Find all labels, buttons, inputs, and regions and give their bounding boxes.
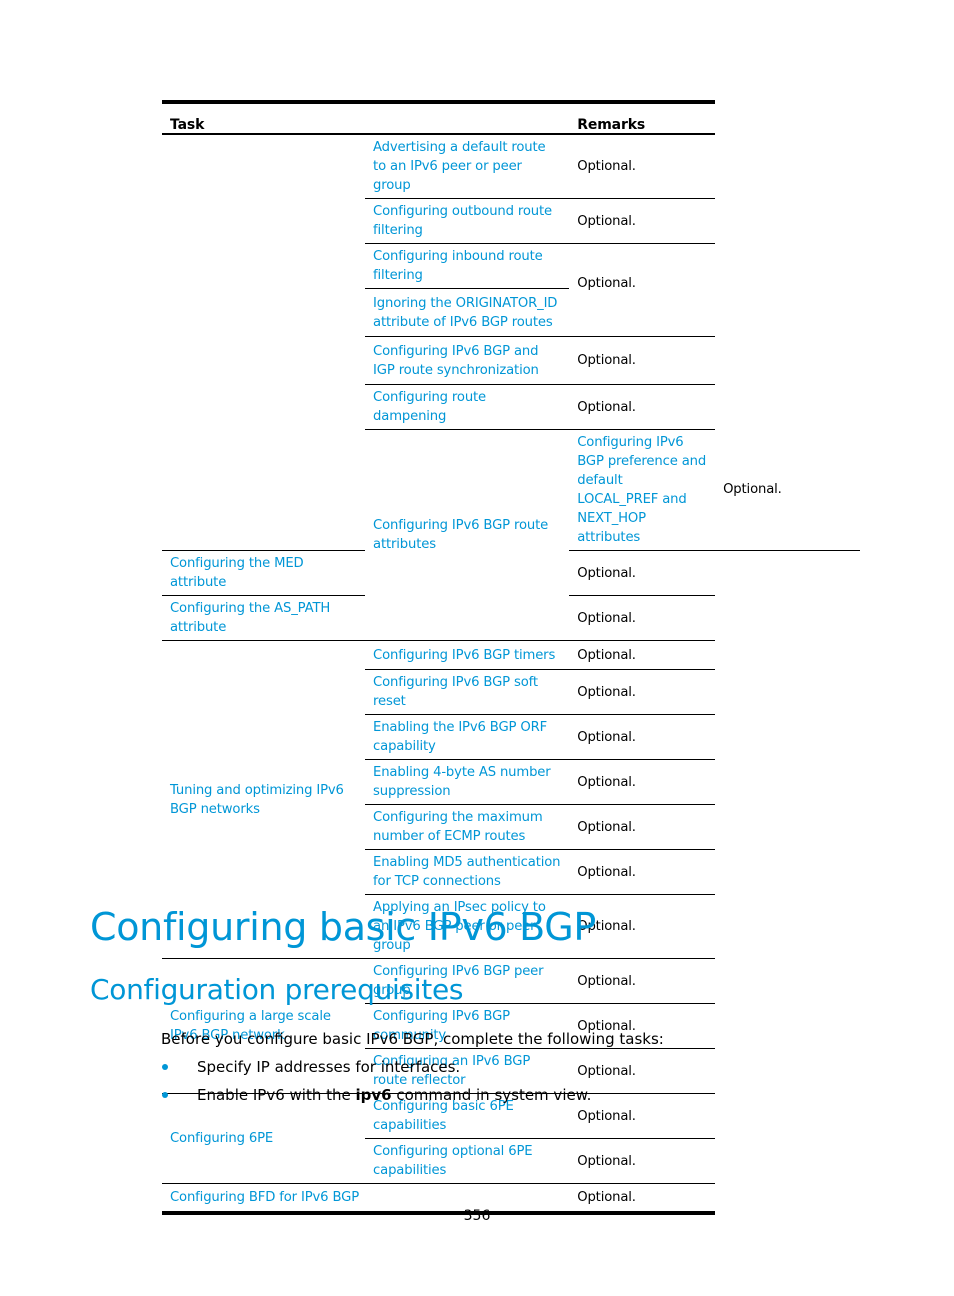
section-heading: Configuring basic IPv6 BGP [90,905,597,949]
list-item: Specify IP addresses for interfaces. [161,1056,591,1084]
remark-cell: Optional. [569,336,716,385]
table-row: Advertising a default route to an IPv6 p… [162,134,860,551]
remark-cell: Optional. [715,429,860,551]
table-row: Tuning and optimizing IPv6 BGP networks … [162,640,860,959]
task-link[interactable]: Configuring outbound route filtering [365,198,570,244]
page-number: 356 [463,1208,491,1224]
task-link[interactable]: Configuring optional 6PE capabilities [365,1138,570,1184]
prerequisites-list: Specify IP addresses for interfaces. Ena… [161,1056,591,1112]
remark-cell: Optional. [569,759,716,805]
task-link[interactable]: Configuring the AS_PATH attribute [162,595,366,641]
bullet-icon [162,1064,168,1070]
task-link[interactable]: Enabling the IPv6 BGP ORF capability [365,714,570,760]
task-link[interactable]: Configuring IPv6 BGP timers [365,640,570,670]
task-link[interactable]: Configuring IPv6 BGP preference and defa… [569,429,716,551]
task-link[interactable]: Configuring IPv6 BGP and IGP route synch… [365,336,570,385]
subsection-heading: Configuration prerequisites [90,973,464,1006]
remark-cell: Optional. [569,198,716,244]
list-item-text-post: command in system view. [391,1086,592,1104]
remark-cell: Optional. [569,595,716,641]
task-link[interactable]: Configuring the maximum number of ECMP r… [365,804,570,850]
remark-cell: Optional. [569,1138,716,1184]
task-link[interactable]: Configuring the MED attribute [162,550,366,596]
task-link[interactable]: Configuring IPv6 BGP soft reset [365,669,570,715]
remark-cell: Optional. [569,243,716,337]
bullet-icon [162,1092,168,1098]
task-link[interactable]: Configuring route dampening [365,384,570,430]
task-link[interactable]: Advertising a default route to an IPv6 p… [365,134,570,199]
list-item: Enable IPv6 with the ipv6 command in sys… [161,1084,591,1112]
remark-cell: Optional. [569,849,716,895]
remark-cell: Optional. [569,669,716,715]
remark-cell: Optional. [569,804,716,850]
remark-cell: Optional. [569,714,716,760]
group-label[interactable]: Configuring IPv6 BGP route attributes [365,429,570,641]
remark-cell: Optional. [569,550,716,596]
header-remarks: Remarks [569,100,716,135]
group-cell [162,134,366,551]
task-link[interactable]: Enabling MD5 authentication for TCP conn… [365,849,570,895]
header-task: Task [162,100,570,135]
remark-cell: Optional. [569,640,716,670]
list-item-text: Specify IP addresses for interfaces. [197,1058,461,1076]
task-link[interactable]: Ignoring the ORIGINATOR_ID attribute of … [365,288,570,337]
remark-cell: Optional. [569,958,716,1004]
task-link[interactable]: Configuring inbound route filtering [365,243,570,289]
remark-cell: Optional. [569,384,716,430]
remark-cell: Optional. [569,134,716,199]
task-link[interactable]: Enabling 4-byte AS number suppression [365,759,570,805]
intro-paragraph: Before you configure basic IPv6 BGP, com… [161,1030,664,1048]
command-keyword: ipv6 [355,1086,392,1104]
list-item-text-pre: Enable IPv6 with the [197,1086,356,1104]
